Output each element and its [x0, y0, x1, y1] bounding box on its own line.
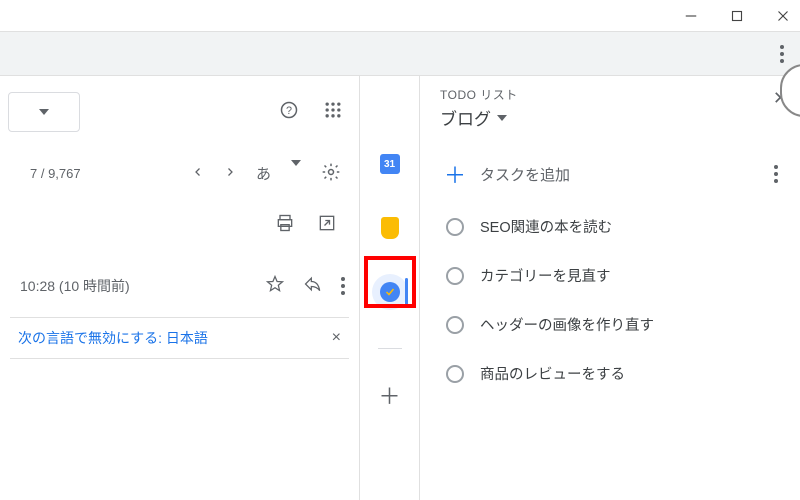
mail-more-button[interactable] — [341, 277, 345, 295]
ime-indicator[interactable]: あ — [256, 163, 271, 184]
translate-bar: 次の言語で無効にする: 日本語 × — [10, 317, 349, 359]
close-window-button[interactable] — [774, 7, 792, 25]
annotation-text: これ以上広げられない！ — [780, 64, 800, 117]
task-item[interactable]: 商品のレビューをする — [440, 349, 784, 398]
keep-icon[interactable] — [372, 210, 408, 246]
star-icon[interactable] — [265, 274, 285, 297]
task-radio[interactable] — [446, 218, 464, 236]
task-radio[interactable] — [446, 365, 464, 383]
calendar-icon[interactable]: 31 — [372, 146, 408, 182]
browser-toolbar — [0, 32, 800, 76]
task-label: SEO関連の本を読む — [480, 216, 612, 237]
gmail-pane: ? 7 / 9,767 あ 10:28 (10 時間前) 次の言語で無効にする:… — [0, 76, 360, 500]
help-icon[interactable]: ? — [279, 100, 299, 125]
apps-grid-icon[interactable] — [323, 100, 343, 125]
calendar-day-label: 31 — [384, 159, 395, 170]
task-label: カテゴリーを見直す — [480, 265, 611, 286]
list-selector[interactable]: ブログ — [440, 105, 784, 130]
task-label: ヘッダーの画像を作り直す — [480, 314, 654, 335]
pagination-count: 7 / 9,767 — [18, 166, 81, 181]
chevron-down-icon — [497, 115, 507, 121]
task-radio[interactable] — [446, 267, 464, 285]
maximize-button[interactable] — [728, 7, 746, 25]
next-page-button[interactable] — [224, 166, 236, 181]
print-icon[interactable] — [275, 213, 295, 238]
minimize-button[interactable] — [682, 7, 700, 25]
compose-dropdown[interactable] — [8, 92, 80, 132]
translate-close-icon[interactable]: × — [332, 329, 341, 347]
add-addon-button[interactable]: ＋ — [372, 377, 408, 413]
mail-timestamp: 10:28 (10 時間前) — [20, 276, 130, 296]
open-new-icon[interactable] — [317, 213, 337, 238]
add-task-label[interactable]: タスクを追加 — [480, 164, 760, 185]
svg-text:?: ? — [286, 105, 292, 117]
mail-row[interactable]: 10:28 (10 時間前) — [0, 268, 359, 317]
side-panel-rail: 31 ＋ — [360, 76, 420, 500]
translate-link[interactable]: 次の言語で無効にする: 日本語 — [18, 328, 208, 348]
task-item[interactable]: カテゴリーを見直す — [440, 251, 784, 300]
window-titlebar — [0, 0, 800, 32]
task-label: 商品のレビューをする — [480, 363, 625, 384]
annotation-speech-bubble: これ以上広げられない！ — [780, 64, 800, 117]
task-radio[interactable] — [446, 316, 464, 334]
annotation-highlight-box — [364, 256, 416, 308]
chevron-down-icon — [39, 109, 49, 115]
rail-divider — [378, 348, 402, 349]
main-content: ? 7 / 9,767 あ 10:28 (10 時間前) 次の言語で無効にする:… — [0, 76, 800, 500]
panel-subtitle: TODO リスト — [440, 86, 784, 103]
tasks-panel: これ以上広げられない！ ✕ TODO リスト ブログ ＋ タスクを追加 SEO関… — [420, 76, 800, 500]
task-item[interactable]: SEO関連の本を読む — [440, 202, 784, 251]
prev-page-button[interactable] — [192, 166, 204, 181]
add-task-plus-icon[interactable]: ＋ — [444, 158, 466, 190]
task-item[interactable]: ヘッダーの画像を作り直す — [440, 300, 784, 349]
settings-gear-icon[interactable] — [321, 162, 341, 185]
tasks-more-button[interactable] — [774, 165, 778, 183]
ime-dropdown-icon[interactable] — [291, 166, 301, 181]
reply-icon[interactable] — [303, 274, 323, 297]
list-title: ブログ — [440, 105, 491, 130]
browser-menu-button[interactable] — [780, 45, 784, 63]
